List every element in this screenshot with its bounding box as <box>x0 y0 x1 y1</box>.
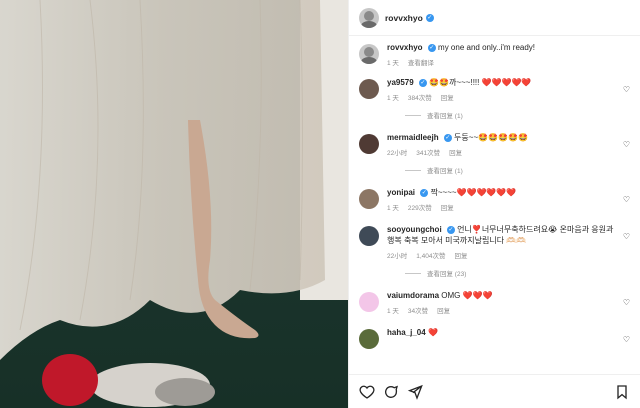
reply-button[interactable]: 回复 <box>449 147 462 157</box>
commenter-avatar[interactable] <box>359 329 379 349</box>
commenter-avatar[interactable] <box>359 292 379 312</box>
comment-row: yonipai ✓ 짝~~~~❤️❤️❤️❤️❤️❤️ 1 天 229次赞 回复… <box>359 187 630 212</box>
comment-likes[interactable]: 229次赞 <box>408 202 432 212</box>
instagram-post-view: rovvxhyo ✓ rovvxhyo ✓ my one and only..i… <box>0 0 640 408</box>
comment-row: ya9579 ✓ 🤩🤩까~~~!!!! ❤️❤️❤️❤️❤️ 1 天 384次赞… <box>359 77 630 102</box>
comment-icon[interactable] <box>383 384 399 400</box>
comment-text: OMG ❤️❤️❤️ <box>441 291 493 300</box>
reply-button[interactable]: 回复 <box>455 250 468 260</box>
share-icon[interactable] <box>407 384 423 400</box>
reply-button[interactable]: 回复 <box>437 305 450 315</box>
caption-text: my one and only..i'm ready! <box>438 43 536 52</box>
comment-likes[interactable]: 384次赞 <box>408 92 432 102</box>
comment-like-heart-icon[interactable]: ♡ <box>623 298 630 307</box>
post-header: rovvxhyo ✓ <box>349 0 640 36</box>
heart-icon[interactable] <box>359 384 375 400</box>
commenter-avatar[interactable] <box>359 189 379 209</box>
comment-row: haha_j_04 ❤️ ♡ <box>359 327 630 349</box>
comment-row: vaiumdorama OMG ❤️❤️❤️ 1 天 34次赞 回复 ♡ <box>359 290 630 315</box>
caption-time: 1 天 <box>387 60 399 67</box>
comment-text: 🤩🤩까~~~!!!! ❤️❤️❤️❤️❤️ <box>429 78 532 87</box>
verified-icon: ✓ <box>418 78 427 87</box>
comment-time: 1 天 <box>387 95 399 102</box>
comment-time: 22小时 <box>387 150 408 157</box>
comment-like-heart-icon[interactable]: ♡ <box>623 140 630 149</box>
commenter-avatar[interactable] <box>359 79 379 99</box>
comment-time: 22小时 <box>387 253 408 260</box>
comment-row: mermaidleejh ✓ 두둥~~🤩🤩🤩🤩🤩 22小时 341次赞 回复 ♡ <box>359 132 630 157</box>
comment-likes[interactable]: 341次赞 <box>416 147 440 157</box>
comment-like-heart-icon[interactable]: ♡ <box>623 85 630 94</box>
view-replies-link[interactable]: 查看回复 (23) <box>405 268 630 278</box>
comment-row: sooyoungchoi ✓ 언니❣️너무너무축하드려요😭 온마음과 응원과 행… <box>359 224 630 260</box>
comment-like-heart-icon[interactable]: ♡ <box>623 232 630 241</box>
verified-icon: ✓ <box>446 225 455 234</box>
comment-username[interactable]: sooyoungchoi <box>387 225 442 234</box>
author-avatar[interactable] <box>359 44 379 64</box>
comment-like-heart-icon[interactable]: ♡ <box>623 335 630 344</box>
post-actions-bar <box>349 374 640 408</box>
comment-time: 1 天 <box>387 205 399 212</box>
view-replies-link[interactable]: 查看回复 (1) <box>405 165 630 175</box>
author-username[interactable]: rovvxhyo <box>385 13 423 23</box>
comment-text: 짝~~~~❤️❤️❤️❤️❤️❤️ <box>430 188 517 197</box>
verified-icon: ✓ <box>425 13 434 22</box>
bookmark-icon[interactable] <box>614 384 630 400</box>
comment-username[interactable]: haha_j_04 <box>387 328 426 337</box>
verified-icon: ✓ <box>427 43 436 52</box>
view-replies-link[interactable]: 查看回复 (1) <box>405 110 630 120</box>
comments-list[interactable]: rovvxhyo ✓ my one and only..i'm ready! 1… <box>349 36 640 374</box>
caption-row: rovvxhyo ✓ my one and only..i'm ready! 1… <box>359 42 630 67</box>
comment-username[interactable]: yonipai <box>387 188 415 197</box>
author-avatar[interactable] <box>359 7 379 28</box>
post-photo-image <box>0 0 348 408</box>
verified-icon: ✓ <box>420 188 429 197</box>
comment-text: 두둥~~🤩🤩🤩🤩🤩 <box>454 133 528 142</box>
comment-username[interactable]: mermaidleejh <box>387 133 439 142</box>
comment-likes[interactable]: 34次赞 <box>408 305 428 315</box>
comment-like-heart-icon[interactable]: ♡ <box>623 195 630 204</box>
comment-text: ❤️ <box>427 328 438 337</box>
commenter-avatar[interactable] <box>359 226 379 246</box>
reply-button[interactable]: 回复 <box>441 202 454 212</box>
comment-time: 1 天 <box>387 308 399 315</box>
post-photo[interactable] <box>0 0 348 408</box>
translate-link[interactable]: 查看翻译 <box>408 57 434 67</box>
comment-username[interactable]: ya9579 <box>387 78 414 87</box>
comment-likes[interactable]: 1,404次赞 <box>416 250 445 260</box>
verified-icon: ✓ <box>443 133 452 142</box>
caption-username[interactable]: rovvxhyo <box>387 43 423 52</box>
reply-button[interactable]: 回复 <box>441 92 454 102</box>
post-sidebar: rovvxhyo ✓ rovvxhyo ✓ my one and only..i… <box>348 0 640 408</box>
comment-username[interactable]: vaiumdorama <box>387 291 439 300</box>
commenter-avatar[interactable] <box>359 134 379 154</box>
